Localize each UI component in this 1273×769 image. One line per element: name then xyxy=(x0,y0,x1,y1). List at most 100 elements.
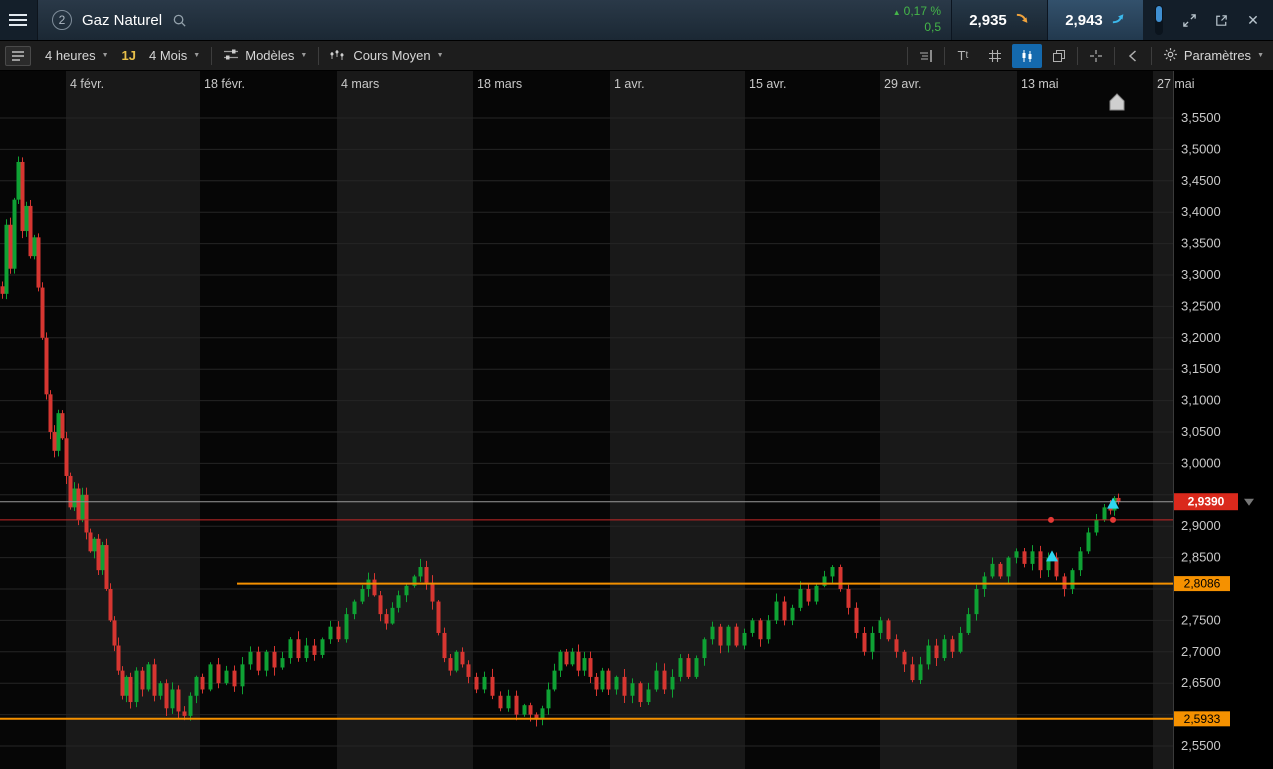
range-value: 4 Mois xyxy=(149,48,188,63)
range-dropdown[interactable]: 4 Mois ▼ xyxy=(140,41,209,70)
grid-icon[interactable] xyxy=(980,44,1010,68)
candle xyxy=(718,626,723,646)
instrument-title: Gaz Naturel xyxy=(82,11,163,29)
candle xyxy=(0,286,5,294)
candle xyxy=(490,676,495,696)
candle xyxy=(24,205,29,232)
candle xyxy=(20,161,25,232)
average-price-dropdown[interactable]: Cours Moyen ▼ xyxy=(321,41,452,70)
chart-toolbar: 4 heures ▼ 1J 4 Mois ▼ Modèles ▼ Cours M… xyxy=(0,40,1273,71)
candle xyxy=(870,632,875,652)
candle xyxy=(934,645,939,659)
candle xyxy=(320,639,325,655)
x-axis-label: 18 févr. xyxy=(204,77,245,91)
candle xyxy=(36,237,41,288)
candle xyxy=(80,494,85,520)
candle xyxy=(878,620,883,633)
toolbar-separator xyxy=(906,46,908,65)
candle xyxy=(926,645,931,665)
x-axis-label: 4 mars xyxy=(341,77,379,91)
sell-price-button[interactable]: 2,935 xyxy=(951,0,1047,40)
price-axis-icon[interactable] xyxy=(911,44,941,68)
candle xyxy=(1030,551,1035,564)
text-tool-icon[interactable]: Tt xyxy=(948,44,978,68)
candle xyxy=(134,670,139,703)
crosshair-icon[interactable] xyxy=(1081,44,1111,68)
search-icon[interactable] xyxy=(172,13,187,28)
candle xyxy=(806,589,811,602)
candle xyxy=(164,683,169,709)
window-controls: ✕ xyxy=(1143,0,1273,40)
y-axis-label: 3,1500 xyxy=(1181,361,1221,376)
chart-list-button[interactable] xyxy=(5,45,31,66)
buy-price-button[interactable]: 2,943 xyxy=(1047,0,1143,40)
y-axis-label: 2,5500 xyxy=(1181,738,1221,753)
candle xyxy=(1086,532,1091,552)
time-band xyxy=(1153,71,1173,769)
candle xyxy=(886,620,891,640)
candle xyxy=(846,589,851,608)
chevron-down-icon: ▼ xyxy=(193,52,201,59)
candle xyxy=(104,545,109,589)
candle xyxy=(910,664,915,681)
candle xyxy=(442,632,447,659)
candle xyxy=(48,394,53,432)
candle xyxy=(1006,557,1011,577)
y-axis-label: 2,6500 xyxy=(1181,675,1221,690)
expand-icon[interactable] xyxy=(1173,0,1205,40)
candle xyxy=(372,579,377,596)
candle xyxy=(176,689,181,712)
candle xyxy=(894,639,899,652)
candle xyxy=(950,639,955,652)
candle xyxy=(622,676,627,696)
candle xyxy=(830,567,835,577)
candle xyxy=(942,639,947,659)
popout-icon[interactable] xyxy=(1205,0,1237,40)
candle xyxy=(528,705,533,715)
candle xyxy=(588,658,593,677)
duplicate-chart-icon[interactable] xyxy=(1044,44,1074,68)
candle xyxy=(522,705,527,715)
duration-button[interactable]: 1J xyxy=(118,41,140,70)
candle xyxy=(862,632,867,652)
y-axis-label: 3,0500 xyxy=(1181,424,1221,439)
candle xyxy=(272,651,277,668)
candle xyxy=(498,695,503,709)
candle xyxy=(312,645,317,655)
time-band xyxy=(610,71,745,769)
candle xyxy=(12,199,17,269)
panel-scrollbar[interactable] xyxy=(1155,5,1163,35)
toolbar-separator xyxy=(211,46,213,65)
timeframe-dropdown[interactable]: 4 heures ▼ xyxy=(36,41,118,70)
candle xyxy=(360,589,365,602)
candle xyxy=(766,620,771,640)
candlestick-style-icon[interactable] xyxy=(1011,43,1042,68)
candle xyxy=(646,689,651,703)
back-icon[interactable] xyxy=(1118,44,1148,68)
price-change: ▲ 0,17 % 0,5 xyxy=(893,4,941,35)
candle xyxy=(576,651,581,671)
models-dropdown[interactable]: Modèles ▼ xyxy=(214,41,316,70)
up-triangle-icon: ▲ xyxy=(892,8,901,18)
chart-area[interactable]: 2,5500 2,6500 2,7000 2,7500 2,8500 2,9000 3,00… xyxy=(0,71,1273,769)
candle xyxy=(454,651,459,671)
candle xyxy=(990,563,995,577)
candle xyxy=(256,651,261,671)
price-chart[interactable]: 2,5500 2,6500 2,7000 2,7500 2,8500 2,9000 3,00… xyxy=(0,71,1273,769)
candle xyxy=(232,670,237,687)
scrollbar-thumb[interactable] xyxy=(1156,6,1162,22)
candle xyxy=(838,567,843,589)
menu-icon[interactable] xyxy=(0,0,38,40)
candle xyxy=(466,664,471,677)
sell-price: 2,935 xyxy=(969,11,1007,29)
candle xyxy=(240,664,245,687)
close-icon[interactable]: ✕ xyxy=(1237,0,1269,40)
change-absolute: 0,5 xyxy=(924,20,941,34)
parameters-dropdown[interactable]: Paramètres ▼ xyxy=(1154,41,1273,70)
candle xyxy=(352,601,357,615)
y-axis-label: 3,2000 xyxy=(1181,330,1221,345)
candle xyxy=(460,651,465,665)
candle xyxy=(1022,551,1027,564)
candle xyxy=(32,237,37,257)
candle xyxy=(686,658,691,677)
